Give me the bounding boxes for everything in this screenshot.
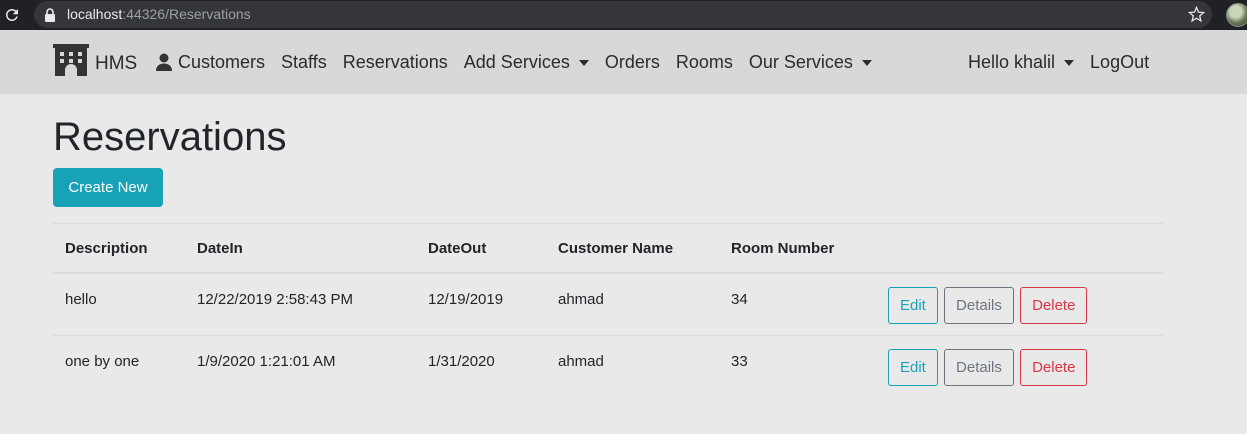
details-button[interactable]: Details <box>944 348 1014 386</box>
edit-button[interactable]: Edit <box>888 348 938 386</box>
delete-button[interactable]: Delete <box>1020 348 1088 386</box>
reservations-table: Description DateIn DateOut Customer Name… <box>53 223 1163 397</box>
edit-button[interactable]: Edit <box>888 287 938 324</box>
column-header-actions <box>876 223 1163 274</box>
nav-item-label: Add Services <box>463 51 570 72</box>
nav-item-label: Staffs <box>281 51 327 72</box>
nav-item-label: Our Services <box>748 51 853 72</box>
cell-date-out: 12/19/2019 <box>416 272 546 335</box>
table-row: one by one 1/9/2020 1:21:01 AM 1/31/2020… <box>53 334 1163 397</box>
hotel-building-icon <box>53 44 89 76</box>
cell-customer: ahmad <box>546 272 719 335</box>
nav-item-orders[interactable]: Orders <box>605 52 660 73</box>
user-menu-dropdown[interactable]: Hello khalil <box>968 51 1075 73</box>
browser-toolbar: localhost:44326/Reservations <box>0 0 1247 30</box>
cell-actions: Edit Details Delete <box>876 272 1163 335</box>
nav-item-customers[interactable]: Customers <box>156 52 265 73</box>
column-header-date-in: DateIn <box>185 223 416 274</box>
nav-item-label: Reservations <box>342 51 448 72</box>
cell-description: hello <box>53 272 185 335</box>
table-header-row: Description DateIn DateOut Customer Name… <box>53 223 1163 274</box>
caret-down-icon <box>578 60 589 66</box>
navbar: HMS Customers Staffs Reservations Add Se… <box>0 30 1247 94</box>
cell-date-in: 1/9/2020 1:21:01 AM <box>185 334 416 397</box>
nav-item-rooms[interactable]: Rooms <box>676 52 733 73</box>
nav-item-label: Customers <box>178 51 266 72</box>
column-header-customer-name: Customer Name <box>546 223 719 274</box>
url-host: localhost <box>67 6 123 22</box>
cell-date-in: 12/22/2019 2:58:43 PM <box>185 272 416 335</box>
lock-icon <box>45 8 55 22</box>
delete-button[interactable]: Delete <box>1020 287 1088 324</box>
nav-item-staffs[interactable]: Staffs <box>281 52 327 73</box>
column-header-description: Description <box>53 223 185 274</box>
bookmark-star-icon[interactable] <box>1188 6 1205 23</box>
greeting-label: Hello khalil <box>968 51 1056 72</box>
brand-text: HMS <box>95 53 138 74</box>
cell-room: 34 <box>719 272 876 335</box>
reload-icon[interactable] <box>3 6 21 24</box>
cell-description: one by one <box>53 334 185 397</box>
user-icon <box>156 53 172 71</box>
nav-user-area: Hello khalil LogOut <box>968 30 1165 94</box>
nav-item-label: Rooms <box>675 51 733 72</box>
nav-item-label: Orders <box>604 51 660 72</box>
page-title: Reservations <box>53 115 287 159</box>
cell-date-out: 1/31/2020 <box>416 334 546 397</box>
logout-label: LogOut <box>1090 51 1150 72</box>
brand[interactable]: HMS <box>53 43 137 77</box>
details-button[interactable]: Details <box>944 287 1014 324</box>
nav-item-reservations[interactable]: Reservations <box>343 52 448 73</box>
table-row: hello 12/22/2019 2:58:43 PM 12/19/2019 a… <box>53 272 1163 335</box>
cell-room: 33 <box>719 334 876 397</box>
nav-dropdown-add-services[interactable]: Add Services <box>464 52 589 73</box>
cell-actions: Edit Details Delete <box>876 334 1163 397</box>
logout-link[interactable]: LogOut <box>1090 52 1149 73</box>
cell-customer: ahmad <box>546 334 719 397</box>
column-header-room-number: Room Number <box>719 223 876 274</box>
caret-down-icon <box>861 60 872 66</box>
column-header-date-out: DateOut <box>416 223 546 274</box>
nav-links: Customers Staffs Reservations Add Servic… <box>156 30 888 94</box>
caret-down-icon <box>1064 60 1075 66</box>
url-text[interactable]: localhost:44326/Reservations <box>67 6 251 23</box>
create-new-button[interactable]: Create New <box>53 168 163 207</box>
profile-avatar[interactable] <box>1226 3 1247 27</box>
nav-dropdown-our-services[interactable]: Our Services <box>749 52 872 73</box>
url-path: :44326/Reservations <box>122 6 251 22</box>
